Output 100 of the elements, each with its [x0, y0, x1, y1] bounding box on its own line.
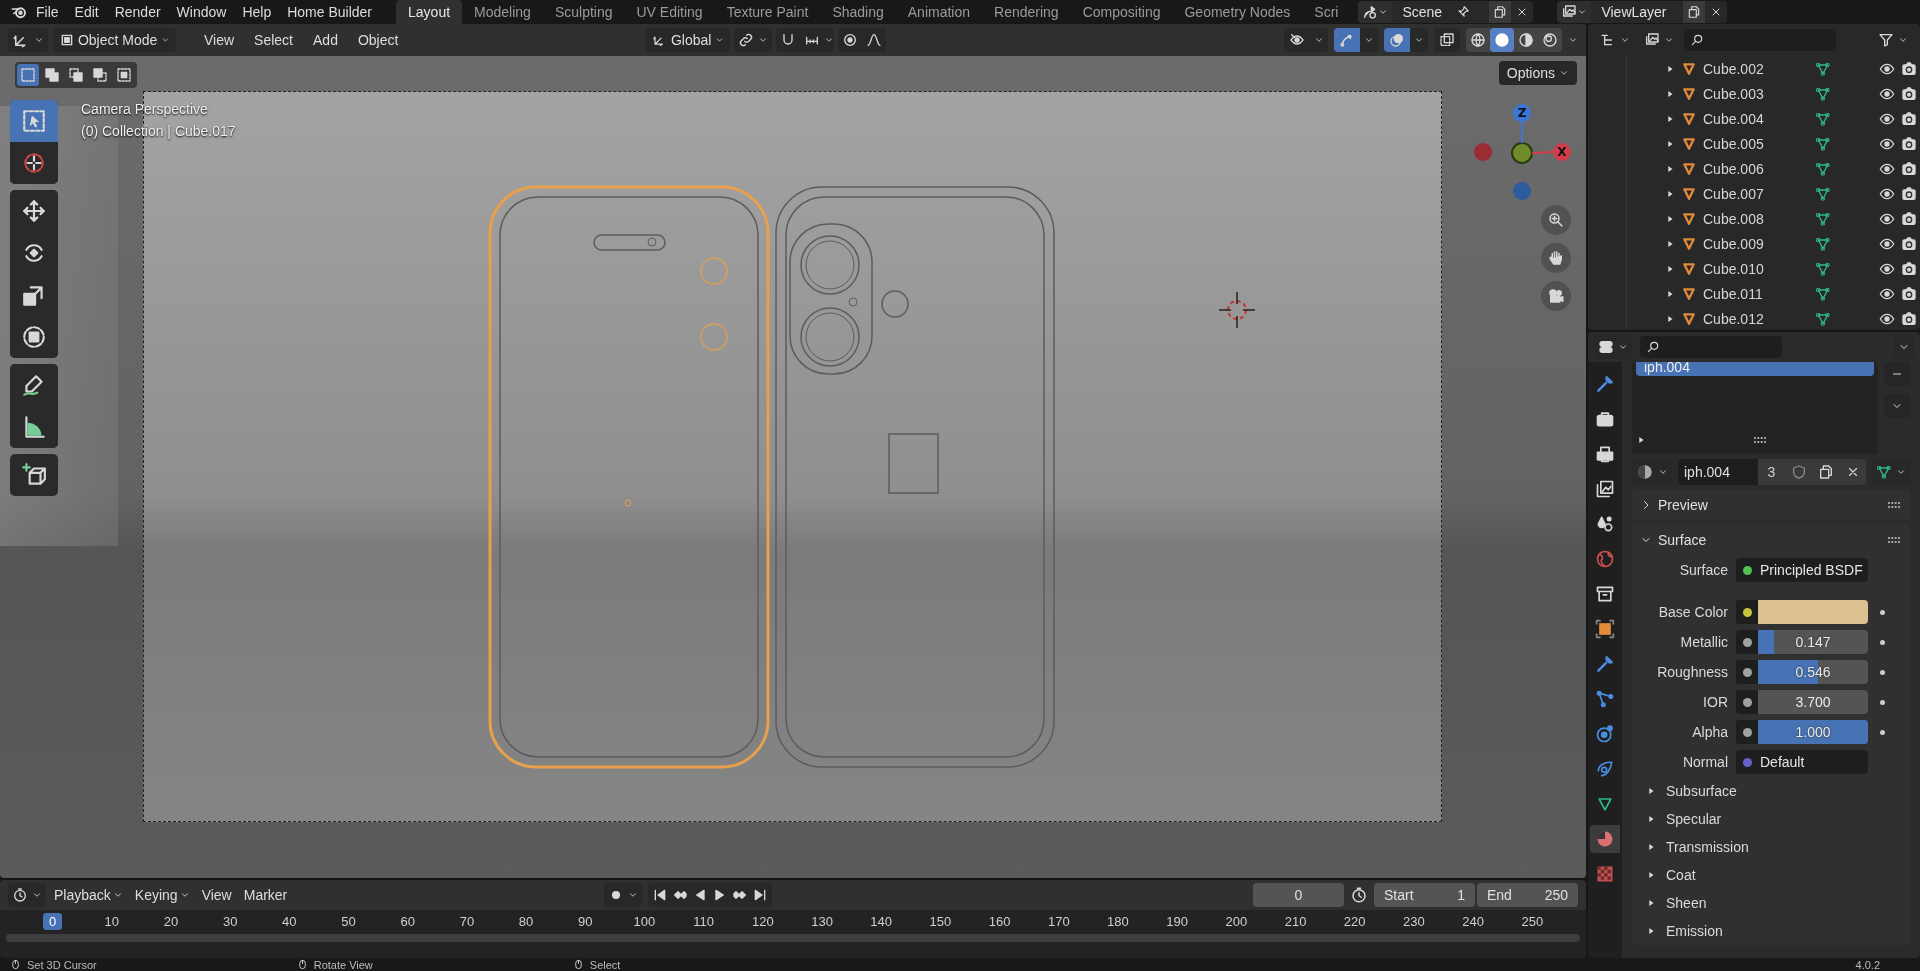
frame-number: 40 — [281, 912, 298, 930]
view-layer-selector[interactable]: ViewLayer — [1557, 1, 1728, 23]
end-frame-field[interactable]: End 250 — [1477, 883, 1578, 907]
pivot-dropdown[interactable] — [734, 28, 773, 52]
menu-item[interactable]: Home Builder — [279, 4, 381, 20]
select-mode-button[interactable] — [17, 64, 39, 86]
circles-toggle[interactable] — [1384, 28, 1410, 52]
subpanel-title[interactable]: Emission — [1666, 923, 1723, 939]
menu-item[interactable]: Help — [234, 4, 280, 20]
workspace-tab[interactable]: Geometry Nodes — [1172, 0, 1303, 24]
workspace-tab[interactable]: Rendering — [982, 0, 1071, 24]
expand-triangle-icon — [1665, 188, 1675, 199]
workspace-tab[interactable]: Modeling — [462, 0, 543, 24]
menu-item[interactable]: Keying — [126, 887, 194, 903]
subpanel-title[interactable]: Transmission — [1666, 839, 1749, 855]
options-dropdown[interactable]: Options — [1498, 61, 1577, 85]
workspace-tab[interactable]: Shading — [820, 0, 896, 24]
triangle-icon — [1681, 135, 1697, 152]
editor-type-button[interactable] — [8, 883, 46, 907]
start-frame-field[interactable]: Start 1 — [1374, 883, 1475, 907]
globe-icon — [1595, 549, 1615, 569]
menu-item[interactable]: View — [194, 32, 245, 48]
workspace-tab[interactable]: Scri — [1302, 0, 1351, 24]
axis-handle[interactable] — [1511, 142, 1533, 164]
workspace-tab[interactable]: Compositing — [1070, 0, 1173, 24]
subpanel-title[interactable]: Subsurface — [1666, 783, 1737, 799]
caret-icon — [1364, 35, 1374, 45]
material-slot[interactable]: iph.004 — [1636, 362, 1874, 376]
keyframe-dot[interactable] — [1880, 639, 1885, 645]
axis-handle[interactable] — [1474, 143, 1492, 161]
caret-icon — [1314, 35, 1324, 45]
user-count[interactable]: 3 — [1758, 459, 1785, 485]
menu-item[interactable]: Edit — [66, 4, 107, 20]
object-name[interactable]: Cube.010 — [1703, 260, 1799, 277]
workspace-tab[interactable]: UV Editing — [624, 0, 715, 24]
shading-button[interactable] — [1490, 28, 1514, 52]
search-field[interactable] — [1684, 29, 1836, 51]
menu-item[interactable]: Marker — [235, 887, 292, 903]
frame-field[interactable]: 0 — [1253, 883, 1344, 907]
number-field[interactable]: 3.700 — [1758, 690, 1868, 714]
menu-item[interactable]: Playback — [46, 887, 127, 903]
frame-number: 250 — [1520, 912, 1545, 930]
keyframe-dot[interactable] — [1880, 699, 1885, 705]
object-name[interactable]: Cube.011 — [1703, 285, 1799, 302]
object-name[interactable]: Cube.002 — [1703, 60, 1799, 77]
triangle-icon — [1681, 285, 1697, 302]
vertex-triangle-icon — [1815, 160, 1831, 177]
object-name[interactable]: Cube.005 — [1703, 135, 1799, 152]
scene-selector[interactable]: Scene — [1358, 1, 1534, 23]
field-label: IOR — [1702, 694, 1729, 710]
value-slider[interactable]: 0.147 — [1758, 630, 1868, 654]
subpanel-title[interactable]: Coat — [1666, 867, 1696, 883]
color-swatch[interactable] — [1758, 600, 1868, 624]
editor-type-button[interactable] — [8, 28, 48, 52]
keyframe-dot[interactable] — [1880, 729, 1885, 735]
keyframe-dot[interactable] — [1880, 609, 1885, 615]
value-slider[interactable]: 1.000 — [1758, 720, 1868, 744]
axis-handle[interactable]: Z — [1513, 104, 1531, 144]
menu-item[interactable]: Object — [347, 32, 409, 48]
keyframe-dot[interactable] — [1880, 669, 1885, 675]
shader-dropdown[interactable]: Principled BSDF — [1736, 558, 1868, 582]
menu-item[interactable]: Add — [303, 32, 348, 48]
axis-handle[interactable]: X — [1531, 143, 1571, 161]
frame-number: 140 — [869, 912, 894, 930]
scrollbar[interactable] — [6, 934, 1580, 942]
object-name[interactable]: Cube.006 — [1703, 160, 1799, 177]
workspace-tab[interactable]: Animation — [895, 0, 983, 24]
zoom-button[interactable] — [1541, 205, 1571, 235]
slot-menu-button[interactable] — [1884, 394, 1910, 418]
object-name[interactable]: Cube.007 — [1703, 185, 1799, 202]
menu-item[interactable]: Window — [168, 4, 235, 20]
object-name[interactable]: Cube.008 — [1703, 210, 1799, 227]
object-name[interactable]: Cube.004 — [1703, 110, 1799, 127]
object-name[interactable]: Cube.003 — [1703, 85, 1799, 102]
frame-number: 150 — [928, 912, 953, 930]
panel-header[interactable]: Surface — [1632, 525, 1910, 555]
subpanel-title[interactable]: Sheen — [1666, 895, 1707, 911]
object-name[interactable]: Cube.012 — [1703, 310, 1799, 327]
object-name[interactable]: Cube.009 — [1703, 235, 1799, 252]
workspace-tab[interactable]: Texture Paint — [714, 0, 821, 24]
workspace-tab[interactable]: Sculpting — [542, 0, 625, 24]
pan-button[interactable] — [1541, 243, 1571, 273]
menu-item[interactable]: File — [28, 4, 67, 20]
panel-header[interactable]: Preview — [1632, 490, 1910, 520]
axis-label: Z — [1517, 106, 1527, 120]
axis-handle[interactable] — [1513, 182, 1531, 200]
mode-dropdown[interactable]: Object Mode — [54, 28, 176, 52]
menu-item[interactable]: Render — [106, 4, 169, 20]
frame-number: 220 — [1342, 912, 1367, 930]
menu-item[interactable]: Select — [244, 32, 303, 48]
orientation-dropdown[interactable]: Global — [646, 28, 731, 52]
search-icon — [1690, 33, 1704, 47]
camera-view-button[interactable] — [1541, 281, 1571, 311]
workspace-tab[interactable]: Layout — [396, 0, 463, 24]
arrow-toggle[interactable] — [1334, 28, 1360, 52]
menu-item[interactable]: View — [193, 887, 236, 903]
subpanel-title[interactable]: Specular — [1666, 811, 1722, 827]
material-name-field[interactable]: iph.004 — [1678, 459, 1758, 485]
remove-slot-button[interactable] — [1884, 362, 1910, 386]
search-field[interactable] — [1640, 336, 1782, 358]
